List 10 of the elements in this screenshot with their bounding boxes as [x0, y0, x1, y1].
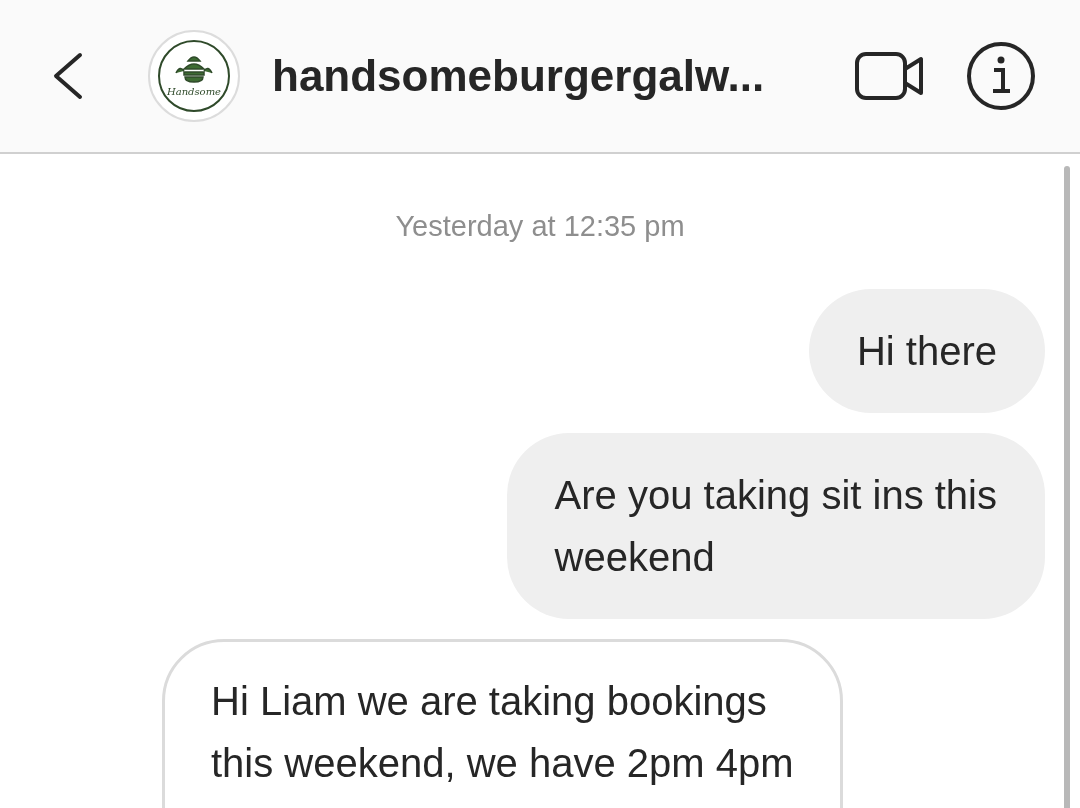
username[interactable]: handsomeburgergalw... — [272, 51, 854, 101]
avatar[interactable]: Handsome — [148, 30, 240, 122]
message-bubble: Hi Liam we are taking bookings this weekend, we have 2pm 4pm — [162, 639, 843, 808]
logo-text: Handsome — [166, 86, 222, 97]
burger-icon — [174, 55, 214, 85]
message-bubble: Hi there — [808, 289, 1045, 413]
timestamp: Yesterday at 12:35 pm — [395, 210, 685, 242]
scrollbar[interactable] — [1064, 166, 1070, 808]
info-icon[interactable] — [966, 41, 1036, 111]
message-bubble: Are you taking sit ins this weekend — [506, 433, 1045, 619]
